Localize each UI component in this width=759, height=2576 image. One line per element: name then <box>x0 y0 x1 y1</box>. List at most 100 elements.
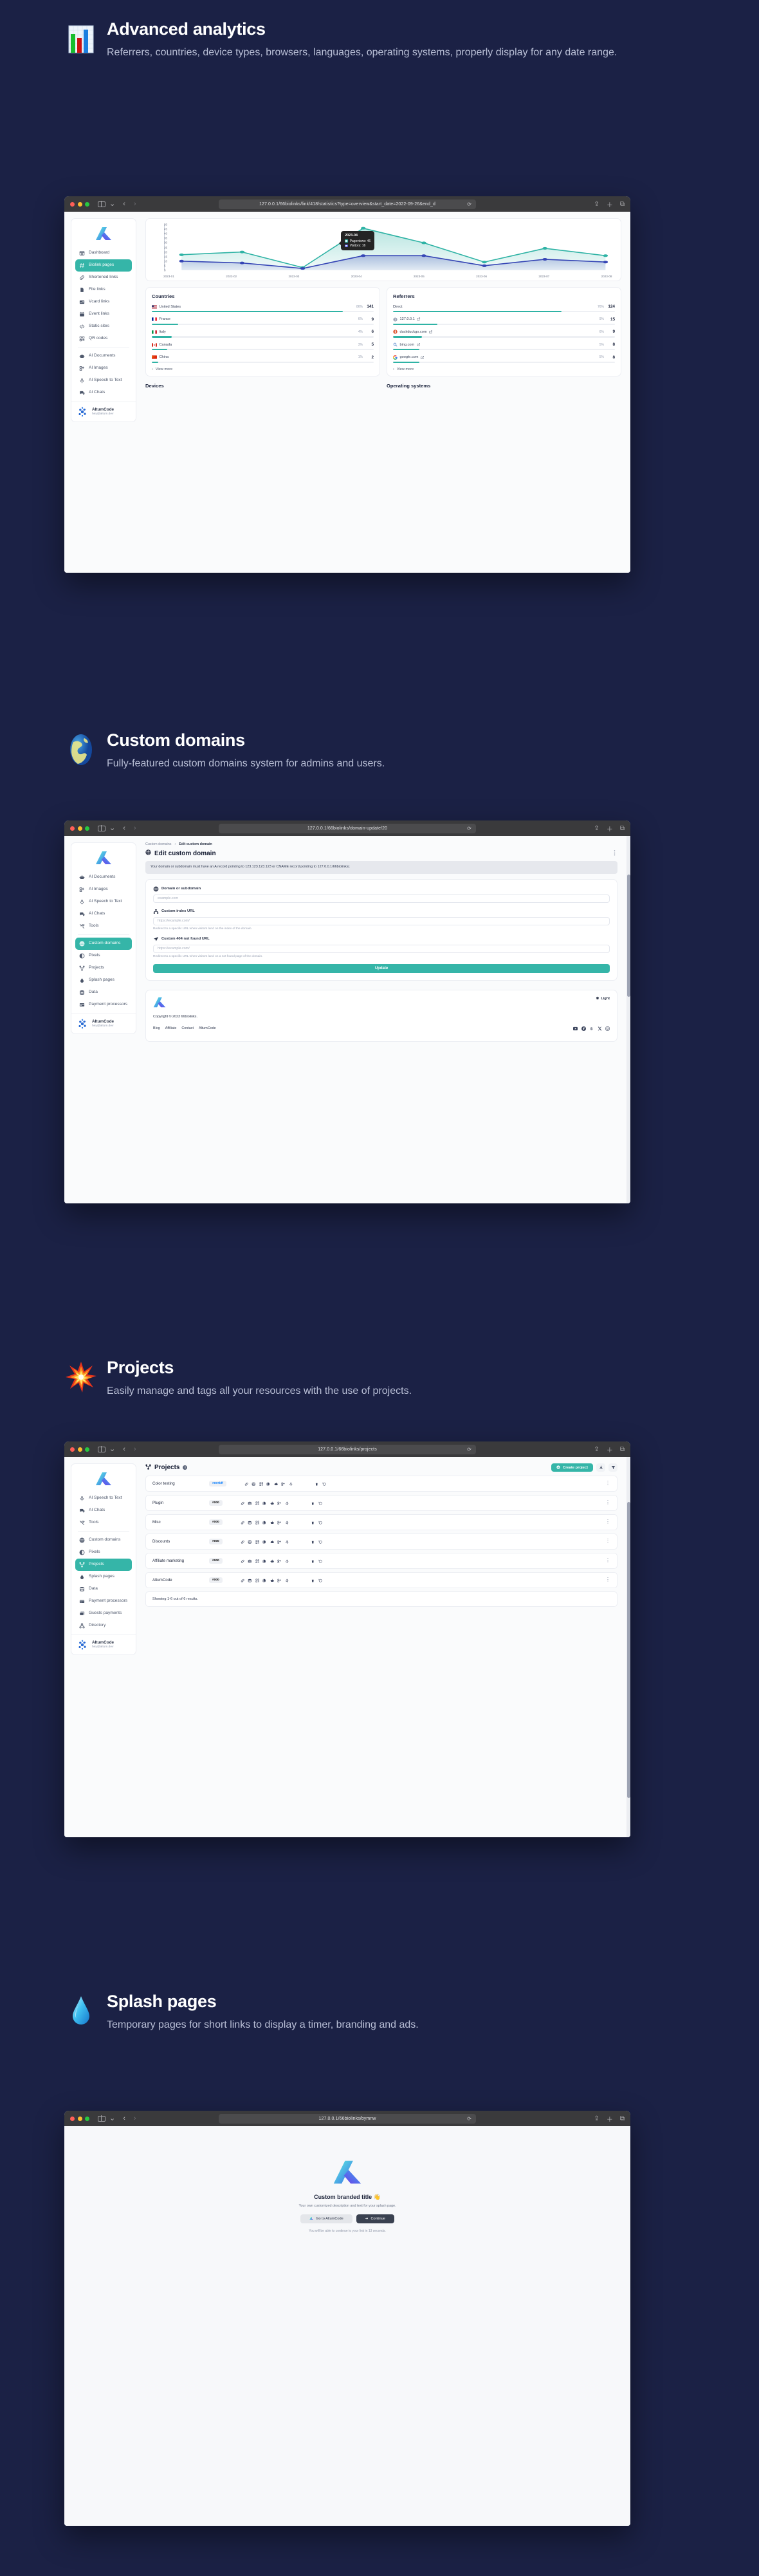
app-logo[interactable] <box>75 225 132 247</box>
stat-row[interactable]: 127.0.0.1 9% 15 <box>393 317 615 325</box>
database-icon[interactable] <box>248 1497 252 1509</box>
resource-icons[interactable] <box>241 1497 289 1509</box>
more-options-icon[interactable]: ⋮ <box>605 1481 610 1486</box>
sidebar-item-guests-payments[interactable]: Guests payments <box>75 1608 132 1620</box>
user-profile[interactable]: AltumCode hey@altum.dev <box>71 402 136 422</box>
trash-icon[interactable] <box>311 1497 315 1509</box>
resource-icons[interactable] <box>241 1575 289 1586</box>
robot-icon[interactable] <box>270 1575 275 1586</box>
stat-row[interactable]: France 6% 9 <box>152 317 374 325</box>
sidebar-item-payment-processors[interactable]: Payment processors <box>75 999 132 1011</box>
sidebar-item-ai-chats[interactable]: AI Chats <box>75 1505 132 1517</box>
sidebar-item-projects[interactable]: Projects <box>75 1559 132 1571</box>
close-icon[interactable] <box>70 201 75 207</box>
more-options-icon[interactable]: ⋮ <box>605 1500 610 1505</box>
ai-image-icon[interactable] <box>277 1536 282 1548</box>
robot-icon[interactable] <box>270 1517 275 1528</box>
sidebar-item-dashboard[interactable]: Dashboard <box>75 247 132 259</box>
sidebar-item-ai-chats[interactable]: AI Chats <box>75 908 132 920</box>
tabs-icon[interactable]: ⧉ <box>620 1446 625 1453</box>
resource-icons[interactable] <box>241 1555 289 1567</box>
ai-image-icon[interactable] <box>277 1575 282 1586</box>
new-tab-icon[interactable]: ＋ <box>607 2114 613 2124</box>
more-options-icon[interactable]: ⋮ <box>605 1539 610 1544</box>
restore-icon[interactable] <box>322 1478 327 1490</box>
sidebar-item-data[interactable]: Data <box>75 987 132 999</box>
maximize-icon[interactable] <box>85 2116 89 2121</box>
stat-row[interactable]: duckduckgo.com 6% 9 <box>393 329 615 338</box>
more-options-icon[interactable]: ⋮ <box>605 1519 610 1524</box>
sidebar-item-ai-speech-to-text[interactable]: AI Speech to Text <box>75 375 132 387</box>
trash-icon[interactable] <box>311 1517 315 1528</box>
sidebar-item-file-links[interactable]: File links <box>75 284 132 296</box>
maximize-icon[interactable] <box>85 826 89 831</box>
ai-image-icon[interactable] <box>277 1497 282 1509</box>
sidebar-toggle-icon[interactable] <box>98 2115 105 2122</box>
sidebar-item-pixels[interactable]: Pixels <box>75 950 132 962</box>
sidebar-toggle-icon[interactable] <box>98 201 105 207</box>
sidebar-item-ai-documents[interactable]: AI Documents <box>75 350 132 362</box>
sidebar-item-tools[interactable]: Tools <box>75 1517 132 1529</box>
tabs-icon[interactable]: ⧉ <box>620 2115 625 2122</box>
breadcrumb-parent[interactable]: Custom domains <box>145 842 171 846</box>
back-icon[interactable]: ‹ <box>123 200 125 208</box>
qr-icon[interactable] <box>255 1517 260 1528</box>
sidebar-item-ai-speech-to-text[interactable]: AI Speech to Text <box>75 1492 132 1505</box>
reload-icon[interactable]: ⟳ <box>467 201 471 207</box>
sidebar-item-ai-documents[interactable]: AI Documents <box>75 871 132 884</box>
download-icon[interactable] <box>596 1463 605 1472</box>
mic-icon[interactable] <box>285 1575 289 1586</box>
row-actions[interactable] <box>311 1555 322 1567</box>
footer-link-altumcode[interactable]: AltumCode <box>199 1026 216 1030</box>
create-project-button[interactable]: Create project <box>551 1463 593 1472</box>
stat-row[interactable]: Canada 3% 5 <box>152 342 374 351</box>
user-profile[interactable]: AltumCode hey@altum.dev <box>71 1014 136 1033</box>
custom-404-not-found-url-input[interactable]: https://example.com/ <box>153 944 610 953</box>
sidebar-item-payment-processors[interactable]: Payment processors <box>75 1595 132 1608</box>
row-actions[interactable] <box>315 1478 326 1490</box>
chevron-down-icon[interactable]: ⌄ <box>109 2115 115 2122</box>
sidebar-item-biolink-pages[interactable]: Biolink pages <box>75 259 132 272</box>
app-logo[interactable] <box>75 1470 132 1492</box>
window-controls[interactable] <box>70 1447 89 1452</box>
table-row[interactable]: Misc #000 ⋮ <box>145 1514 617 1530</box>
chevron-down-icon[interactable]: ⌄ <box>109 200 115 208</box>
info-icon[interactable]: i <box>183 1465 188 1470</box>
more-options-icon[interactable]: ⋮ <box>605 1558 610 1563</box>
stat-row[interactable]: google.com 5% 8 <box>393 355 615 363</box>
reload-icon[interactable]: ⟳ <box>467 826 471 831</box>
ai-image-icon[interactable] <box>281 1478 286 1490</box>
close-icon[interactable] <box>70 1447 75 1452</box>
database-icon[interactable] <box>248 1555 252 1567</box>
minimize-icon[interactable] <box>77 2116 82 2121</box>
splash-continue-button[interactable]: ➜ Continue <box>356 2214 394 2223</box>
robot-icon[interactable] <box>270 1555 275 1567</box>
ai-image-icon[interactable] <box>277 1555 282 1567</box>
sidebar-item-ai-images[interactable]: AI Images <box>75 362 132 375</box>
footer-link-blog[interactable]: Blog <box>153 1026 160 1030</box>
reload-icon[interactable]: ⟳ <box>467 2116 471 2122</box>
update-button[interactable]: Update <box>153 963 610 973</box>
robot-icon[interactable] <box>270 1497 275 1509</box>
trash-icon[interactable] <box>311 1536 315 1548</box>
back-icon[interactable]: ‹ <box>123 824 125 832</box>
minimize-icon[interactable] <box>77 201 82 207</box>
address-bar[interactable]: 127.0.0.1/66biolinks/link/418/statistics… <box>219 199 476 209</box>
window-controls[interactable] <box>70 826 89 831</box>
sidebar-item-custom-domains[interactable]: Custom domains <box>75 938 132 950</box>
splash-brand-button[interactable]: Go to AltumCode <box>300 2214 352 2223</box>
new-tab-icon[interactable]: ＋ <box>607 824 613 833</box>
minimize-icon[interactable] <box>77 1447 82 1452</box>
minimize-icon[interactable] <box>77 826 82 831</box>
resource-icons[interactable] <box>241 1536 289 1548</box>
mic-icon[interactable] <box>285 1555 289 1567</box>
address-bar[interactable]: 127.0.0.1/66biolinks/projects ⟳ <box>219 1444 476 1454</box>
resource-icons[interactable] <box>241 1517 289 1528</box>
table-row[interactable]: Affiliate marketing #000 ⋮ <box>145 1553 617 1569</box>
sidebar-item-projects[interactable]: Projects <box>75 962 132 974</box>
referrers-view-more[interactable]: › View more <box>393 367 615 371</box>
filter-icon[interactable] <box>608 1463 617 1472</box>
file-stack-icon[interactable] <box>262 1575 267 1586</box>
page-scrollbar[interactable] <box>626 836 630 1203</box>
mic-icon[interactable] <box>289 1478 293 1490</box>
